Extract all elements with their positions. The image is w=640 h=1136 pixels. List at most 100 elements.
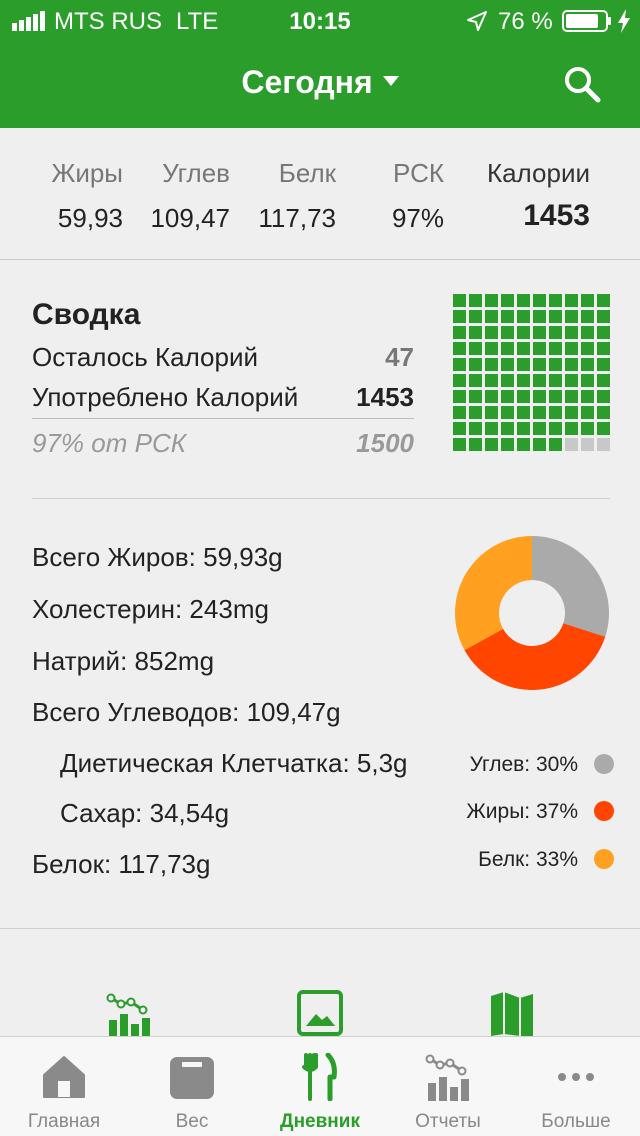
grid-cell [485,358,498,371]
macro-rdi: РСК 97% [392,158,444,234]
fiber-text: Диетическая Клетчатка: 5,3g [60,748,408,778]
grid-cell [453,294,466,307]
grid-cell [501,310,514,323]
grid-cell [453,374,466,387]
tab-label: Дневник [280,1111,360,1132]
reports-chart-icon[interactable] [105,990,151,1036]
grid-cell [597,326,610,339]
pie-slice [455,536,532,651]
grid-cell [469,342,482,355]
grid-cell [453,358,466,371]
rdi-percent-label: 97% от РСК [32,428,187,458]
grid-cell [485,310,498,323]
grid-cell [581,342,594,355]
grid-cell [533,374,546,387]
grid-cell [565,438,578,451]
sodium-text: Натрий: 852mg [32,646,215,676]
grid-cell [469,390,482,403]
grid-cell [517,342,530,355]
grid-cell [469,438,482,451]
grid-cell [533,326,546,339]
grid-cell [581,374,594,387]
grid-cell [597,406,610,419]
legend-label: Углев: 30% [469,753,578,776]
grid-cell [581,294,594,307]
tab-diary[interactable]: Дневник [256,1037,384,1136]
grid-cell [501,438,514,451]
tab-bar: Главная Вес Дневник Отчеты Больше [0,1036,640,1136]
pie-slice [532,536,609,637]
status-bar: MTS RUS LTE 10:15 76 % [0,0,640,42]
grid-cell [517,326,530,339]
grid-cell [533,406,546,419]
grid-cell [565,390,578,403]
grid-cell [517,406,530,419]
grid-cell [501,358,514,371]
search-icon[interactable] [562,64,602,104]
fork-knife-icon [302,1053,337,1101]
grid-cell [517,374,530,387]
map-icon[interactable] [489,990,535,1036]
calorie-progress-grid [453,294,610,451]
grid-cell [549,310,562,323]
photo-icon[interactable] [297,990,343,1036]
macro-pie-chart [455,536,609,690]
grid-cell [501,390,514,403]
home-icon [43,1056,85,1098]
consumed-calories-value: 1453 [356,382,414,412]
grid-cell [581,326,594,339]
grid-cell [453,406,466,419]
tab-reports[interactable]: Отчеты [384,1037,512,1136]
date-selector[interactable]: Сегодня [0,64,640,101]
legend-fat: Жиры: 37% [430,800,614,824]
grid-cell [549,294,562,307]
grid-cell [581,310,594,323]
tab-home[interactable]: Главная [0,1037,128,1136]
grid-cell [501,294,514,307]
grid-cell [597,438,610,451]
grid-cell [485,438,498,451]
tab-weight[interactable]: Вес [128,1037,256,1136]
macros-summary: Жиры 59,93 Углев 109,47 Белк 117,73 РСК … [0,128,640,260]
legend-dot [594,801,614,821]
remaining-calories-value: 47 [385,342,414,372]
sugar-text: Сахар: 34,54g [60,798,230,828]
top-bar: MTS RUS LTE 10:15 76 % Сегодня [0,0,640,128]
grid-cell [581,358,594,371]
grid-cell [517,438,530,451]
scale-icon [170,1057,214,1099]
grid-cell [469,374,482,387]
tab-label: Отчеты [415,1111,481,1132]
grid-cell [501,406,514,419]
grid-cell [533,422,546,435]
grid-cell [453,342,466,355]
grid-cell [533,310,546,323]
grid-cell [597,310,610,323]
grid-cell [453,438,466,451]
location-arrow-icon [467,11,487,31]
grid-cell [565,310,578,323]
legend-protein: Белк: 33% [430,848,614,872]
tab-label: Вес [175,1111,209,1132]
macro-fat: Жиры 59,93 [51,158,123,234]
tab-label: Главная [27,1111,101,1132]
macro-protein: Белк 117,73 [258,158,336,234]
legend-label: Жиры: 37% [466,800,578,823]
grid-cell [453,310,466,323]
grid-cell [517,390,530,403]
tab-more[interactable]: Больше [512,1037,640,1136]
grid-cell [517,358,530,371]
total-fat-text: Всего Жиров: 59,93g [32,542,283,572]
legend-dot [594,849,614,869]
grid-cell [533,438,546,451]
grid-cell [581,390,594,403]
grid-cell [485,390,498,403]
grid-cell [565,342,578,355]
grid-cell [597,358,610,371]
macro-value: 1453 [523,199,590,232]
grid-cell [597,422,610,435]
grid-cell [501,342,514,355]
grid-cell [485,326,498,339]
grid-cell [533,294,546,307]
macro-label: Калории [486,158,590,188]
